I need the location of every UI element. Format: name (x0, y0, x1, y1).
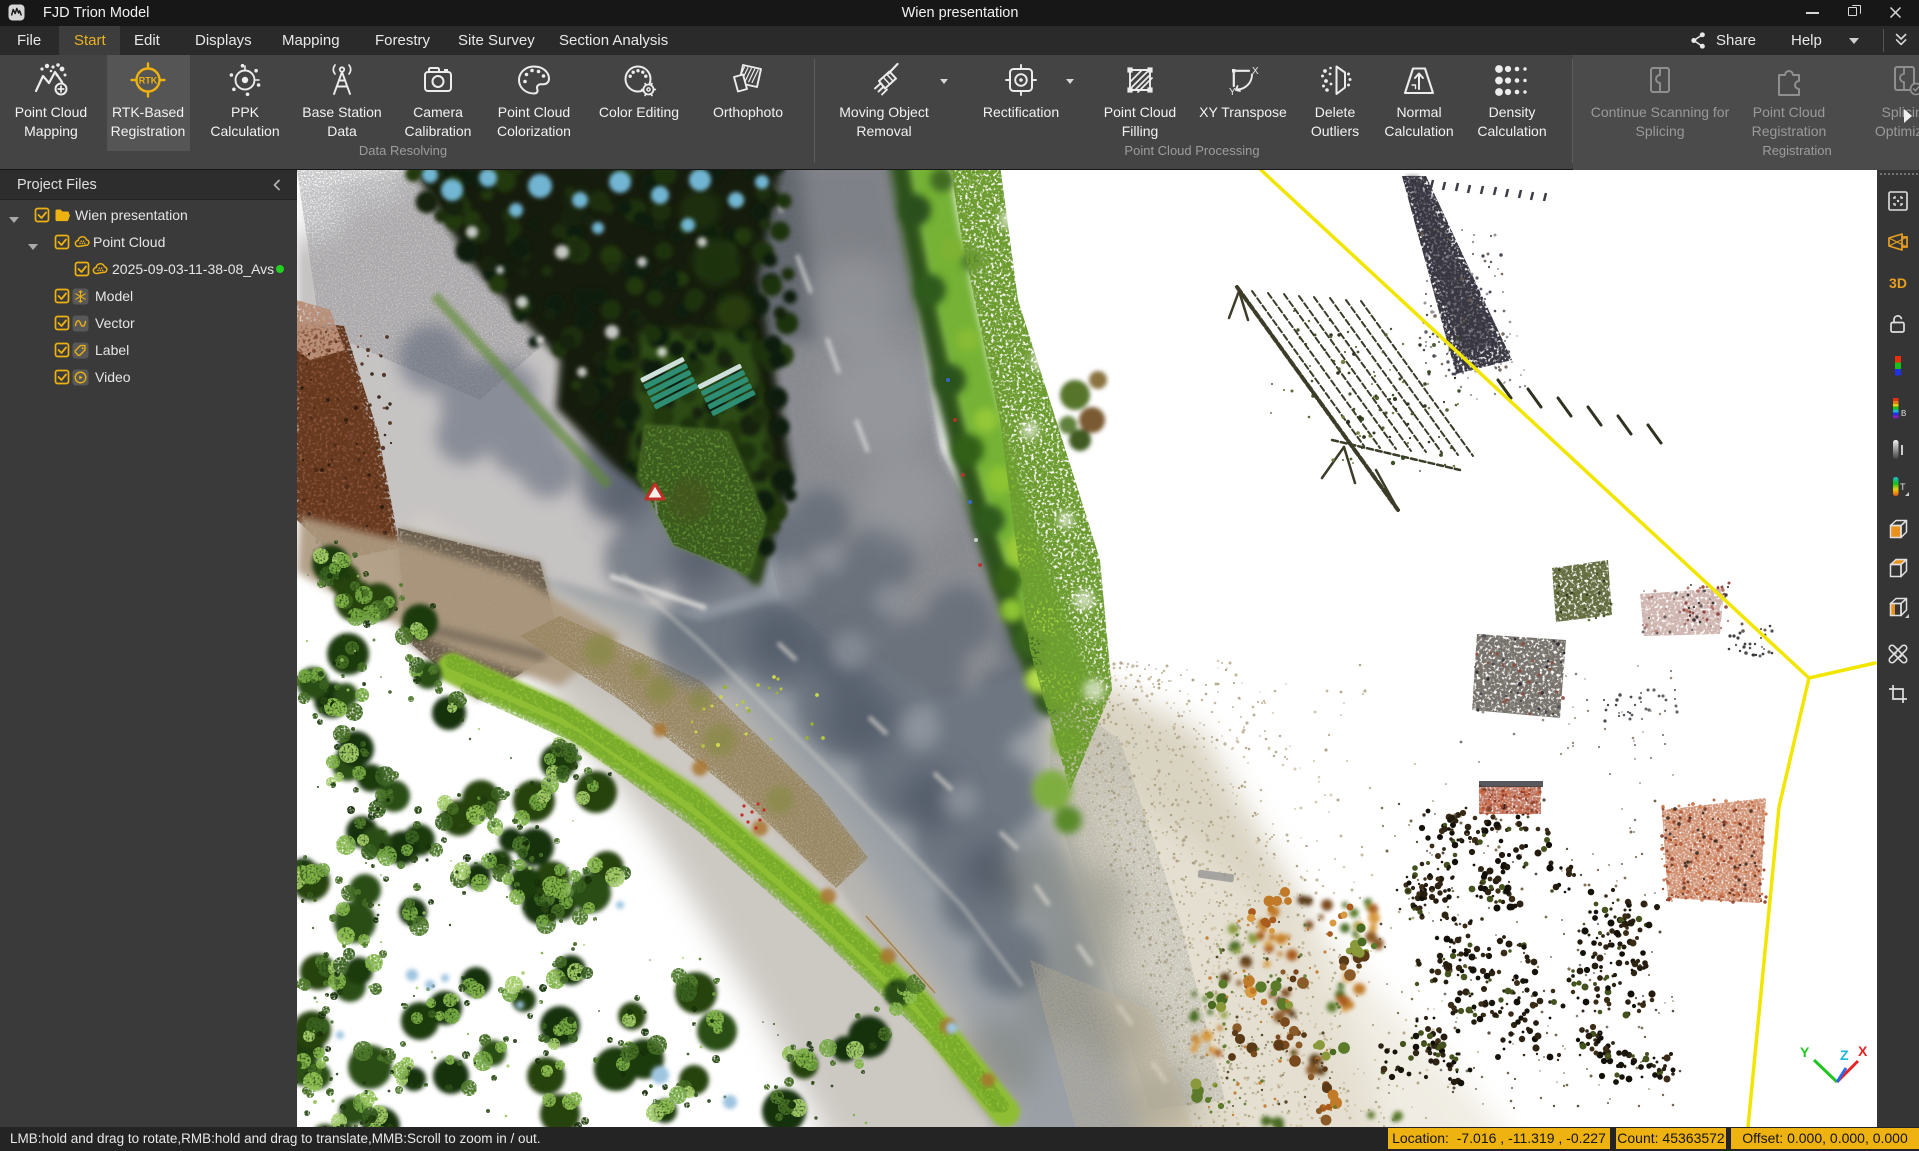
svg-text:RTK: RTK (139, 76, 158, 86)
svg-text:Z: Z (1840, 1047, 1849, 1063)
svg-text:3D: 3D (1889, 275, 1907, 291)
svg-text:Y: Y (1229, 87, 1236, 98)
svg-text:X: X (1858, 1043, 1868, 1059)
svg-text:Y: Y (1800, 1044, 1810, 1060)
svg-text:X: X (1252, 66, 1259, 77)
svg-text:B: B (1901, 409, 1906, 418)
svg-text:T: T (1900, 482, 1906, 492)
